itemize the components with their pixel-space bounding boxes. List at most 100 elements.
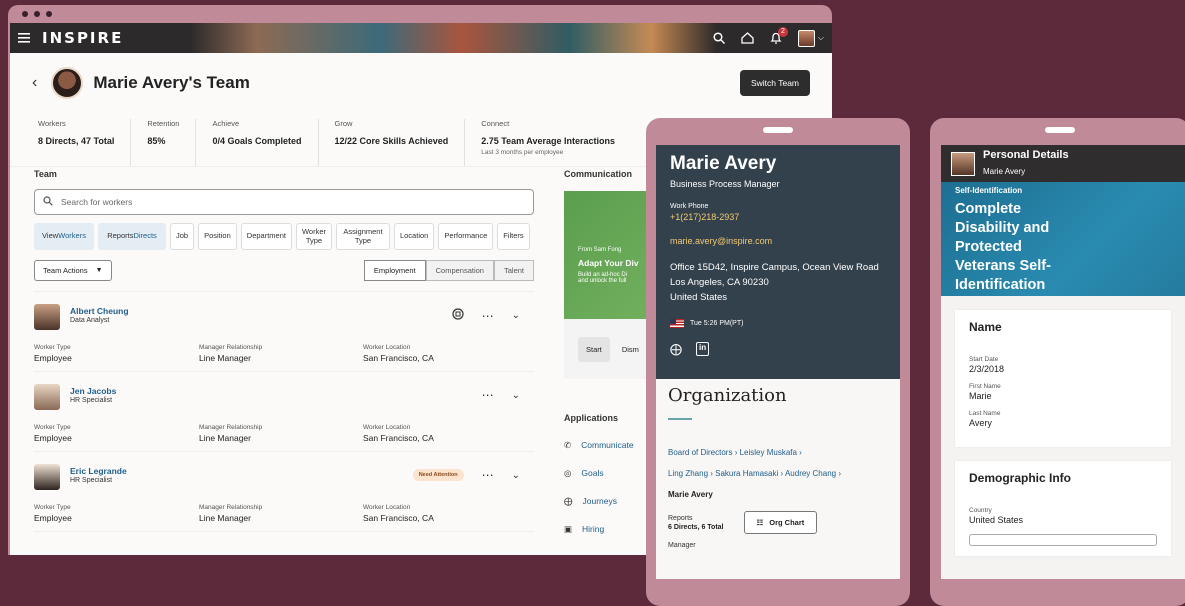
org-link[interactable]: Audrey Chang xyxy=(785,469,836,478)
app-label: Journeys xyxy=(582,496,618,506)
stat-connect[interactable]: Connect 2.75 Team Average Interactions Las… xyxy=(481,119,631,166)
profile-role: Business Process Manager xyxy=(670,179,780,189)
filter-view-workers[interactable]: View Workers xyxy=(34,223,94,250)
reports-row: Reports 6 Directs, 6 Total ☷ Org Chart xyxy=(668,511,888,534)
chip-value: Workers xyxy=(58,231,86,241)
heading-underline xyxy=(668,418,692,420)
org-link[interactable]: Board of Directors xyxy=(668,448,732,457)
manager-relationship-field: Manager Relationship Line Manager xyxy=(199,344,262,363)
app-label: Communicate xyxy=(581,440,634,450)
filter-job[interactable]: Job xyxy=(170,223,195,250)
profile-name: Marie Avery xyxy=(670,153,777,174)
self-id-banner[interactable]: Self-Identification Complete Disability … xyxy=(941,182,1185,296)
phone-link[interactable]: +1(217)218-2937 xyxy=(670,212,886,222)
filter-performance[interactable]: Performance xyxy=(438,223,494,250)
filter-location[interactable]: Location xyxy=(393,223,435,250)
team-actions-dropdown[interactable]: Team Actions ▼ xyxy=(34,260,112,281)
address-line: United States xyxy=(670,292,728,303)
tab-talent[interactable]: Talent xyxy=(493,260,534,281)
dismiss-button[interactable]: Dism xyxy=(622,345,639,354)
field-label: Last Name xyxy=(969,410,1001,417)
field-value: 2/3/2018 xyxy=(969,364,1005,374)
linkedin-icon[interactable]: in xyxy=(696,342,710,356)
chevron-down-icon: ⌵ xyxy=(817,33,824,42)
member-name[interactable]: Albert Cheung xyxy=(70,306,129,316)
stat-label: Connect xyxy=(481,119,510,128)
search-icon[interactable] xyxy=(713,32,725,44)
phone-notch xyxy=(1045,127,1075,133)
filter-assignment-type[interactable]: Assignment Type xyxy=(335,223,390,250)
menu-icon[interactable] xyxy=(18,33,30,43)
table-row[interactable]: Jen Jacobs HR Specialist ⋯ ⌄ Worker Type E… xyxy=(34,372,534,452)
org-chart-icon[interactable] xyxy=(452,308,464,323)
app-label: Hiring xyxy=(582,524,605,534)
field-value: Employee xyxy=(34,513,72,523)
switch-team-button[interactable]: Switch Team xyxy=(739,70,810,96)
start-button[interactable]: Start xyxy=(578,336,610,362)
table-row[interactable]: Albert Cheung Data Analyst ⋯ ⌄ Worker Typ… xyxy=(34,292,534,372)
chip-label: View xyxy=(42,231,59,241)
stat-workers[interactable]: Workers 8 Directs, 47 Total xyxy=(38,119,132,166)
window-controls[interactable] xyxy=(22,11,52,17)
target-icon: ◎ xyxy=(564,467,572,478)
field-label: Worker Location xyxy=(363,344,411,351)
card-title: Demographic Info xyxy=(969,471,1072,485)
table-row[interactable]: Eric Legrande HR Specialist Need Attenti… xyxy=(34,452,534,532)
stat-grow[interactable]: Grow 12/22 Core Skills Achieved xyxy=(335,119,466,166)
user-menu[interactable]: ⌵ xyxy=(797,29,824,47)
tab-compensation[interactable]: Compensation xyxy=(425,260,494,281)
search-input[interactable]: Search for workers xyxy=(34,189,534,215)
filter-department[interactable]: Department xyxy=(240,223,292,250)
org-current: Marie Avery xyxy=(668,490,713,499)
filter-more[interactable]: Filters xyxy=(497,223,530,250)
stat-label: Grow xyxy=(334,119,353,128)
chevron-down-icon[interactable]: ⌄ xyxy=(512,390,520,401)
org-link[interactable]: Leisley Muskafa xyxy=(740,448,797,457)
caret-down-icon: ▼ xyxy=(95,267,103,274)
org-link[interactable]: Ling Zhang xyxy=(668,469,708,478)
team-section: Team Search for workers View Workers Rep… xyxy=(34,169,534,532)
filter-reports-directs[interactable]: Reports Directs xyxy=(98,223,166,250)
chip-value: Directs xyxy=(133,231,157,241)
slack-icon[interactable]: ⨁ xyxy=(670,342,682,356)
field-value: San Francisco, CA xyxy=(363,353,434,363)
member-name[interactable]: Jen Jacobs xyxy=(70,386,116,396)
chevron-down-icon[interactable]: ⌄ xyxy=(512,470,520,481)
stat-achieve[interactable]: Achieve 0/4 Goals Completed xyxy=(212,119,319,166)
org-link[interactable]: Sakura Hamasaki xyxy=(715,469,778,478)
bell-icon[interactable]: 2 xyxy=(770,27,788,44)
email-link[interactable]: marie.avery@inspire.com xyxy=(670,236,886,246)
banner-title: Complete Disability and Protected Vetera… xyxy=(955,201,1051,293)
chip-label: Reports xyxy=(107,231,134,241)
worker-location-field: Worker Location San Francisco, CA xyxy=(363,344,434,363)
field-label: Worker Type xyxy=(34,424,71,431)
stat-retention[interactable]: Retention 85% xyxy=(147,119,197,166)
tab-employment[interactable]: Employment xyxy=(363,260,426,281)
member-name[interactable]: Eric Legrande xyxy=(70,466,127,476)
chevron-down-icon[interactable]: ⌄ xyxy=(512,310,520,321)
field-label: Worker Type xyxy=(34,344,71,351)
social-links: ⨁ in xyxy=(670,342,886,356)
avatar xyxy=(51,67,84,99)
worker-type-field: Worker Type Employee xyxy=(34,344,72,363)
more-icon[interactable]: ⋯ xyxy=(482,309,494,323)
back-arrow-icon[interactable]: ‹ xyxy=(32,74,37,92)
field-label: Manager Relationship xyxy=(199,504,263,511)
filter-worker-type[interactable]: Worker Type xyxy=(295,223,332,250)
compass-icon: ⨁ xyxy=(564,495,573,506)
field-label: Start Date xyxy=(969,356,999,363)
worker-type-field: Worker Type Employee xyxy=(34,504,72,523)
stat-value: 2.75 Team Average Interactions xyxy=(481,136,615,146)
home-icon[interactable] xyxy=(741,32,754,44)
organization-heading: Organization xyxy=(668,385,787,406)
brand-logo[interactable]: INSPIRE xyxy=(42,29,123,47)
personal-screen: Personal Details Marie Avery Self-Identif… xyxy=(941,145,1185,579)
text-input[interactable] xyxy=(969,534,1157,546)
filter-position[interactable]: Position xyxy=(198,223,237,250)
field-value: Line Manager xyxy=(199,513,251,523)
profile-screen: Marie Avery Business Process Manager Wor… xyxy=(656,145,900,579)
org-chart-button[interactable]: ☷ Org Chart xyxy=(743,511,818,534)
more-icon[interactable]: ⋯ xyxy=(482,468,494,482)
stat-sub: Last 3 months per employee xyxy=(481,149,564,156)
more-icon[interactable]: ⋯ xyxy=(482,388,494,402)
